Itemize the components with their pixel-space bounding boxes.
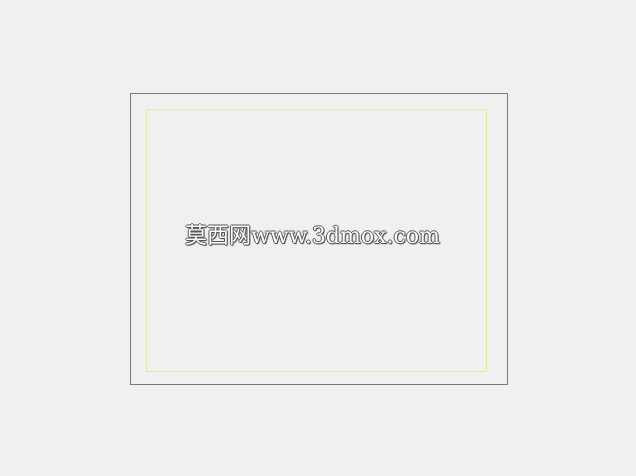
watermark-text: 莫西网www.3dmox.com [185, 224, 440, 249]
